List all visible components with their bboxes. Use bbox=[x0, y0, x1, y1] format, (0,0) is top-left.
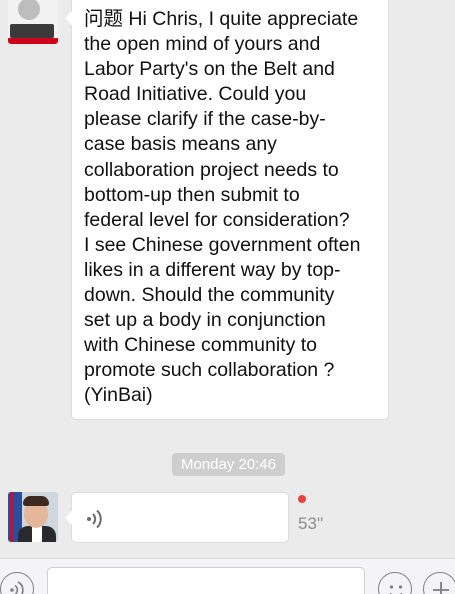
emoji-button[interactable] bbox=[378, 572, 412, 594]
voice-message-bubble[interactable] bbox=[65, 492, 289, 543]
voice-toggle-icon bbox=[10, 581, 24, 594]
voice-duration: 53'' bbox=[298, 514, 324, 533]
sender-avatar[interactable] bbox=[8, 0, 58, 44]
plus-icon bbox=[433, 582, 449, 594]
sender-avatar-chris[interactable] bbox=[8, 492, 58, 542]
timestamp-label: Monday 20:46 bbox=[172, 453, 285, 476]
message-input[interactable] bbox=[47, 567, 365, 594]
voice-toggle-button[interactable] bbox=[0, 572, 34, 594]
avatar-flag-stripe bbox=[10, 492, 13, 542]
message-text: 问题 Hi Chris, I quite appreciate the open… bbox=[84, 8, 361, 407]
voice-wave-icon bbox=[87, 509, 102, 529]
text-message-bubble[interactable]: 问题 Hi Chris, I quite appreciate the open… bbox=[65, 0, 389, 420]
unread-dot bbox=[298, 495, 306, 503]
avatar-banner bbox=[8, 38, 58, 44]
avatar-shirt bbox=[32, 526, 42, 542]
avatar-laptop-icon bbox=[10, 24, 54, 38]
emoji-icon bbox=[389, 585, 403, 594]
avatar-person-head bbox=[18, 0, 40, 20]
chat-screen: 问题 Hi Chris, I quite appreciate the open… bbox=[0, 0, 455, 594]
more-actions-button[interactable] bbox=[423, 572, 455, 594]
avatar-hair bbox=[23, 496, 49, 506]
